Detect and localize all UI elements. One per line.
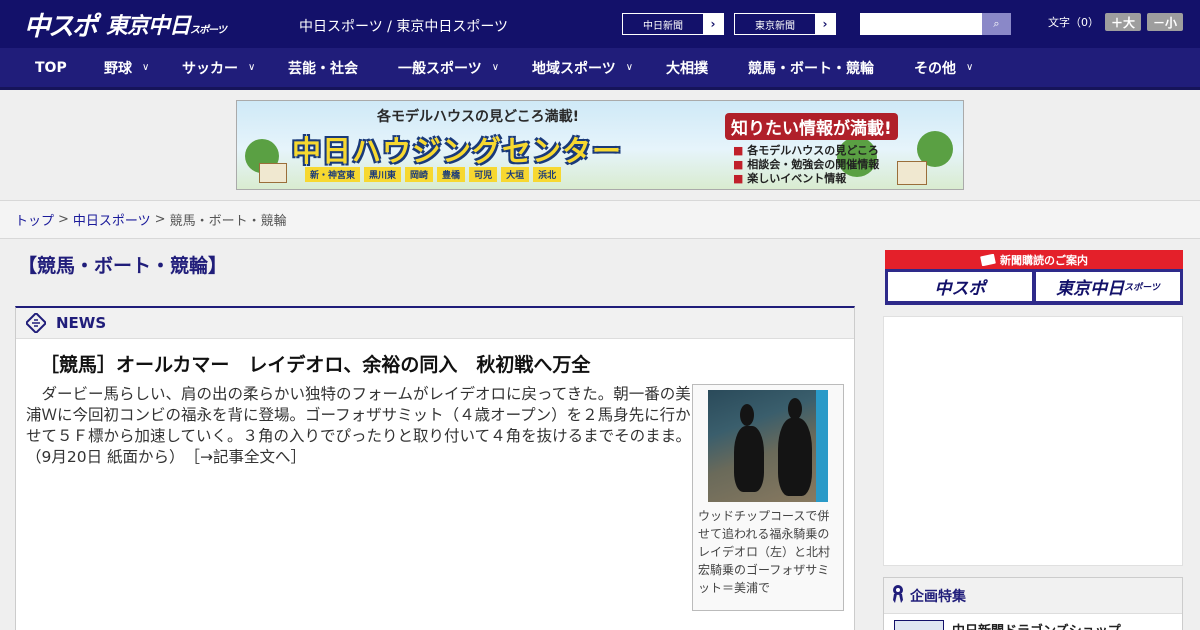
banner-tagline: 各モデルハウスの見どころ満載! (377, 109, 579, 125)
house-illustration (259, 163, 287, 183)
banner-location: 新・神宮東 (305, 167, 361, 182)
nav-item-entertainment[interactable]: 芸能・社会 (288, 47, 358, 89)
site-logo[interactable]: 中スポ 東京中日スポーツ (24, 8, 227, 42)
breadcrumb-home-link[interactable]: トップ (15, 210, 54, 229)
subscription-buttons: 中スポ 東京中日 スポーツ (885, 269, 1183, 301)
subscribe-chusupo-button[interactable]: 中スポ (888, 272, 1032, 301)
ad-banner-zone: 各モデルハウスの見どころ満載! 中日ハウジングセンター 新・神宮東 黒川東 岡崎… (0, 90, 1200, 201)
page-title: 【競馬・ボート・競輪】 (18, 255, 228, 277)
subscription-header: 新聞購読のご案内 (885, 250, 1183, 269)
banner-info-list: 各モデルハウスの見どころ 相談会・勉強会の開催情報 楽しいイベント情報 (725, 144, 898, 186)
banner-location: 可児 (469, 167, 498, 182)
banner-locations: 新・神宮東 黒川東 岡崎 豊橋 可児 大垣 浜北 (305, 167, 562, 182)
news-section-label: NEWS (56, 314, 107, 332)
horse-figure (734, 426, 764, 492)
chunichi-shimbun-label: 中日新聞 (623, 14, 703, 34)
ribbon-icon (892, 584, 904, 608)
main-content: 【競馬・ボート・競輪】 NEWS ［競馬］オールカマー レイデオロ、余裕の同入 … (0, 239, 1200, 630)
article-lead: ダービー馬らしい、肩の出の柔らかい独特のフォームがレイデオロに戻ってきた。朝一番… (26, 384, 694, 468)
breadcrumb-separator: > (154, 212, 166, 227)
search-button[interactable]: ⌕ (982, 13, 1011, 35)
feature-section: 企画特集 中日新聞ドラゴンズショップ (883, 577, 1183, 630)
article-photo-box: ウッドチップコースで併せて追われる福永騎乗のレイデオロ（左）と北村宏騎乗のゴーフ… (692, 384, 844, 611)
banner-location: 大垣 (501, 167, 530, 182)
news-icon (26, 313, 46, 333)
article-headline-link[interactable]: ［競馬］オールカマー レイデオロ、余裕の同入 秋初戦へ万全 (40, 350, 590, 377)
chunichi-shimbun-link[interactable]: 中日新聞 › (622, 13, 724, 35)
banner-location: 豊橋 (437, 167, 466, 182)
breadcrumb-current: 競馬・ボート・競輪 (169, 214, 287, 229)
banner-location: 岡崎 (405, 167, 434, 182)
sidebar-ad-slot (883, 316, 1183, 566)
chevron-right-icon: › (703, 14, 723, 34)
feature-item-label: 中日新聞ドラゴンズショップ (952, 620, 1121, 630)
banner-info: 知りたい情報が満載! 各モデルハウスの見どころ 相談会・勉強会の開催情報 楽しい… (725, 113, 898, 186)
tokyo-shimbun-label: 東京新聞 (735, 14, 815, 34)
subscription-header-label: 新聞購読のご案内 (1000, 253, 1088, 267)
article-lead-text: ダービー馬らしい、肩の出の柔らかい独特のフォームがレイデオロに戻ってきた。朝一番… (26, 385, 691, 466)
banner-info-head: 知りたい情報が満載! (725, 113, 898, 140)
nav-item-baseball[interactable]: 野球 ∨ (104, 47, 149, 89)
font-smaller-button[interactable]: －小 (1147, 13, 1184, 31)
banner-info-item: 楽しいイベント情報 (733, 172, 898, 186)
track-rail (816, 390, 828, 502)
housing-center-ad-banner[interactable]: 各モデルハウスの見どころ満載! 中日ハウジングセンター 新・神宮東 黒川東 岡崎… (236, 100, 964, 190)
font-size-control: 文字（0） ＋大 －小 (1048, 13, 1184, 31)
nav-item-soccer[interactable]: サッカー ∨ (182, 47, 255, 89)
chevron-down-icon: ∨ (142, 62, 150, 73)
feature-section-header: 企画特集 (884, 578, 1182, 614)
feature-section-label: 企画特集 (910, 588, 966, 605)
breadcrumb-separator: > (58, 212, 69, 227)
banner-location: 黒川東 (364, 167, 402, 182)
banner-info-item: 相談会・勉強会の開催情報 (733, 158, 898, 172)
house-illustration (897, 161, 927, 185)
news-section: NEWS ［競馬］オールカマー レイデオロ、余裕の同入 秋初戦へ万全 ダービー馬… (15, 306, 855, 630)
chevron-down-icon: ∨ (625, 62, 634, 73)
chevron-down-icon: ∨ (966, 62, 974, 73)
chevron-right-icon: › (815, 14, 835, 34)
nav-item-racing[interactable]: 競馬・ボート・競輪 (748, 47, 874, 89)
nav-item-other[interactable]: その他 ∨ (914, 47, 973, 89)
logo-tokyo-chunichi: 東京中日スポーツ (106, 14, 227, 39)
news-section-header: NEWS (16, 308, 854, 339)
site-header: 中スポ 東京中日スポーツ 中日スポーツ / 東京中日スポーツ 中日新聞 › 東京… (0, 0, 1200, 48)
font-size-label: 文字（0） (1048, 16, 1099, 29)
nav-item-top[interactable]: TOP (35, 47, 67, 89)
banner-title: 中日ハウジングセンター (292, 134, 623, 168)
article-photo[interactable] (708, 390, 828, 502)
read-full-article-link[interactable]: ［→記事全文へ］ (192, 448, 306, 466)
nav-item-sumo[interactable]: 大相撲 (666, 47, 708, 89)
chevron-down-icon: ∨ (248, 62, 256, 73)
font-larger-button[interactable]: ＋大 (1105, 13, 1142, 31)
main-nav: TOP 野球 ∨ サッカー ∨ 芸能・社会 一般スポーツ ∨ 地域スポーツ ∨ 大相撲 … (0, 48, 1200, 90)
jockey-figure (788, 398, 802, 420)
search-icon: ⌕ (993, 17, 1000, 30)
nav-item-general-sports[interactable]: 一般スポーツ ∨ (398, 47, 499, 89)
photo-caption: ウッドチップコースで併せて追われる福永騎乗のレイデオロ（左）と北村宏騎乗のゴーフ… (698, 509, 831, 595)
breadcrumb: トップ > 中日スポーツ > 競馬・ボート・競輪 (0, 201, 1200, 239)
horse-figure (778, 418, 812, 496)
breadcrumb-section-link[interactable]: 中日スポーツ (73, 210, 151, 229)
site-caption: 中日スポーツ / 東京中日スポーツ (299, 19, 509, 35)
banner-info-item: 各モデルハウスの見どころ (733, 144, 898, 158)
feature-thumbnail (894, 620, 944, 630)
banner-location: 浜北 (533, 167, 562, 182)
subscribe-tokyo-chunichi-button[interactable]: 東京中日 スポーツ (1036, 272, 1180, 301)
search-input[interactable] (860, 13, 982, 35)
feature-item[interactable]: 中日新聞ドラゴンズショップ (894, 620, 1121, 630)
subscription-banner: 新聞購読のご案内 中スポ 東京中日 スポーツ (885, 250, 1183, 305)
tokyo-shimbun-link[interactable]: 東京新聞 › (734, 13, 836, 35)
ticket-icon (980, 253, 996, 266)
logo-chusupo: 中スポ (24, 11, 98, 42)
chevron-down-icon: ∨ (491, 62, 500, 73)
nav-item-local-sports[interactable]: 地域スポーツ ∨ (532, 47, 633, 89)
jockey-figure (740, 404, 754, 426)
site-search: ⌕ (860, 13, 1011, 35)
